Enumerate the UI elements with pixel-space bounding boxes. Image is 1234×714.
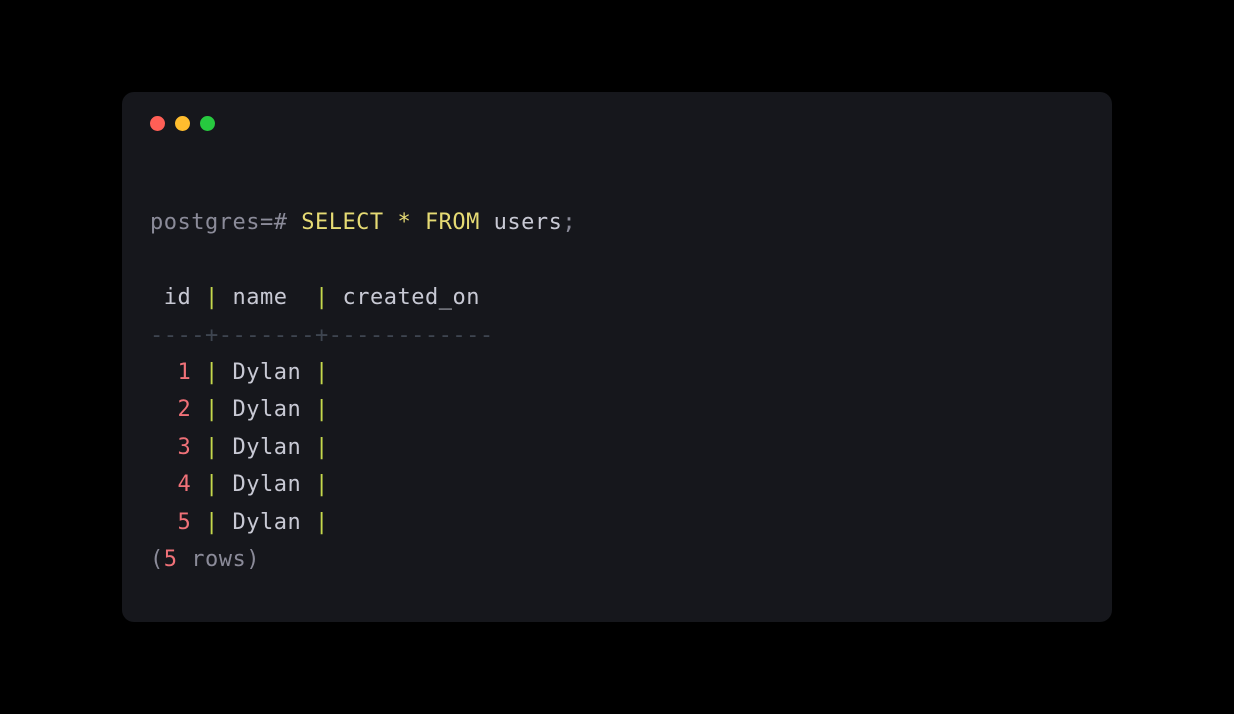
col-created-on: created_on (342, 285, 479, 310)
sql-prompt: postgres=# (150, 210, 301, 235)
close-paren: ) (246, 547, 260, 572)
table-row: 3 | Dylan | (150, 435, 342, 460)
sql-table-name: users (494, 210, 563, 235)
table-header-row: id | name | created_on (150, 285, 480, 310)
table-row: 1 | Dylan | (150, 360, 342, 385)
table-row: 5 | Dylan | (150, 510, 342, 535)
cell-name: Dylan (233, 435, 302, 460)
pipe-separator: | (315, 285, 329, 310)
cell-id: 1 (178, 360, 192, 385)
col-name: name (233, 285, 288, 310)
table-row: 2 | Dylan | (150, 397, 342, 422)
pipe-separator: | (205, 285, 219, 310)
minimize-icon[interactable] (175, 116, 190, 131)
cell-id: 5 (178, 510, 192, 535)
cell-name: Dylan (233, 360, 302, 385)
cell-id: 2 (178, 397, 192, 422)
pipe-separator: | (315, 472, 329, 497)
table-row: 4 | Dylan | (150, 472, 342, 497)
pipe-separator: | (205, 510, 219, 535)
pipe-separator: | (205, 360, 219, 385)
col-id: id (164, 285, 192, 310)
blank-line (150, 242, 1084, 279)
pipe-separator: | (205, 397, 219, 422)
close-icon[interactable] (150, 116, 165, 131)
pipe-separator: | (205, 472, 219, 497)
table-separator: ----+-------+------------ (150, 323, 494, 348)
pipe-separator: | (205, 435, 219, 460)
cell-id: 4 (178, 472, 192, 497)
sql-semicolon: ; (562, 210, 576, 235)
pipe-separator: | (315, 510, 329, 535)
sql-from-keyword: FROM (425, 210, 480, 235)
cell-id: 3 (178, 435, 192, 460)
sql-star: * (397, 210, 411, 235)
terminal-window: postgres=# SELECT * FROM users; id | nam… (122, 92, 1112, 622)
row-count: 5 (164, 547, 178, 572)
window-controls (150, 116, 1084, 131)
rows-label: rows (178, 547, 247, 572)
cell-name: Dylan (233, 510, 302, 535)
open-paren: ( (150, 547, 164, 572)
pipe-separator: | (315, 397, 329, 422)
cell-name: Dylan (233, 397, 302, 422)
pipe-separator: | (315, 435, 329, 460)
maximize-icon[interactable] (200, 116, 215, 131)
terminal-content[interactable]: postgres=# SELECT * FROM users; id | nam… (150, 167, 1084, 616)
pipe-separator: | (315, 360, 329, 385)
row-count-footer: (5 rows) (150, 547, 260, 572)
cell-name: Dylan (233, 472, 302, 497)
sql-select-keyword: SELECT (301, 210, 383, 235)
